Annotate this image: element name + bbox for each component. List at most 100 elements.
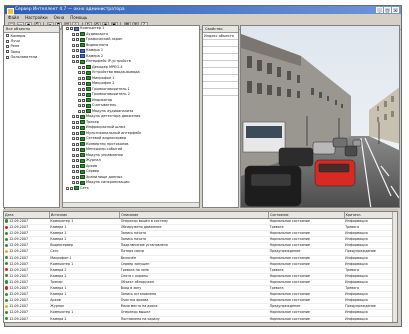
property-row[interactable] <box>203 40 238 47</box>
expand-toggle-icon[interactable]: + <box>78 87 82 91</box>
expand-toggle-icon[interactable]: + <box>78 82 82 86</box>
checkbox[interactable] <box>76 137 79 141</box>
expand-toggle-icon[interactable]: + <box>72 159 76 163</box>
property-row[interactable] <box>203 89 238 96</box>
expand-toggle-icon[interactable]: + <box>72 164 76 168</box>
expand-toggle-icon[interactable]: + <box>78 93 82 97</box>
checkbox[interactable] <box>76 148 79 152</box>
cam-icon <box>80 48 85 53</box>
expand-toggle-icon[interactable]: + <box>78 109 82 113</box>
checkbox[interactable] <box>82 76 85 80</box>
expand-toggle-icon[interactable]: + <box>72 142 76 146</box>
device-icon <box>86 109 91 114</box>
close-button[interactable]: × <box>392 7 399 13</box>
checkbox[interactable] <box>6 44 9 48</box>
expand-toggle-icon[interactable]: + <box>78 76 82 80</box>
log-date: 12.09.2007 <box>9 310 29 315</box>
minimize-button[interactable]: _ <box>376 7 383 13</box>
expand-toggle-icon[interactable]: − <box>66 186 70 190</box>
checkbox[interactable] <box>6 34 9 38</box>
log-vertical-scrollbar[interactable] <box>392 212 397 322</box>
expand-toggle-icon[interactable]: + <box>72 43 76 47</box>
street-camera-frame <box>241 26 399 207</box>
expand-toggle-icon[interactable]: + <box>72 32 76 36</box>
expand-toggle-icon[interactable]: + <box>72 131 76 135</box>
expand-toggle-icon[interactable]: + <box>72 54 76 58</box>
checkbox[interactable] <box>76 49 79 53</box>
checkbox[interactable] <box>70 27 73 31</box>
checkbox[interactable] <box>76 170 79 174</box>
expand-toggle-icon[interactable]: + <box>72 49 76 53</box>
menu-windows[interactable]: Окна <box>54 14 65 21</box>
checkbox[interactable] <box>70 186 73 190</box>
expand-toggle-icon[interactable]: + <box>72 126 76 130</box>
checkbox[interactable] <box>82 104 85 108</box>
checkbox[interactable] <box>76 43 79 47</box>
device-icon <box>80 136 85 141</box>
expand-toggle-icon[interactable]: + <box>78 65 82 69</box>
checkbox[interactable] <box>6 55 9 59</box>
checkbox[interactable] <box>76 120 79 124</box>
info-status-icon <box>5 231 9 235</box>
checkbox[interactable] <box>82 109 85 113</box>
expand-toggle-icon[interactable]: + <box>72 148 76 152</box>
event-log-panel: Дата Источник Описание Состояние Критичн… <box>3 211 398 323</box>
object-types-header: Все объекты <box>4 26 59 33</box>
info-status-icon <box>5 219 9 223</box>
menu-help[interactable]: Помощь <box>70 14 87 21</box>
expand-toggle-icon[interactable]: + <box>78 71 82 75</box>
expand-toggle-icon[interactable]: − <box>66 27 70 31</box>
checkbox[interactable] <box>82 82 85 86</box>
checkbox[interactable] <box>76 175 79 179</box>
maximize-button[interactable]: □ <box>384 7 391 13</box>
expand-toggle-icon[interactable]: + <box>72 120 76 124</box>
property-row[interactable]: Индекс объекта <box>203 33 238 40</box>
property-row[interactable] <box>203 68 238 75</box>
property-row[interactable] <box>203 61 238 68</box>
tree-node[interactable]: − Сеть <box>63 186 199 192</box>
checkbox[interactable] <box>76 54 79 58</box>
log-cell-state: Тревога <box>269 322 344 323</box>
checkbox[interactable] <box>76 164 79 168</box>
checkbox[interactable] <box>82 93 85 97</box>
property-row[interactable] <box>203 75 238 82</box>
menu-settings[interactable]: Настройки <box>25 14 48 21</box>
device-icon <box>86 81 91 86</box>
property-row[interactable] <box>203 54 238 61</box>
expand-toggle-icon[interactable]: + <box>72 175 76 179</box>
checkbox[interactable] <box>76 181 79 185</box>
property-row[interactable] <box>203 82 238 89</box>
checkbox[interactable] <box>76 38 79 42</box>
checkbox[interactable] <box>6 39 9 43</box>
checkbox[interactable] <box>76 115 79 119</box>
tree-horizontal-scrollbar[interactable] <box>63 202 199 207</box>
checkbox[interactable] <box>76 153 79 157</box>
checkbox[interactable] <box>82 71 85 75</box>
expand-toggle-icon[interactable]: + <box>72 153 76 157</box>
expand-toggle-icon[interactable]: + <box>72 170 76 174</box>
checkbox[interactable] <box>82 65 85 69</box>
checkbox[interactable] <box>82 98 85 102</box>
object-type-item[interactable]: Пользователи <box>4 55 59 60</box>
device-icon <box>80 180 85 185</box>
expand-toggle-icon[interactable]: − <box>72 60 76 64</box>
expand-toggle-icon[interactable]: + <box>72 38 76 42</box>
checkbox[interactable] <box>82 87 85 91</box>
expand-toggle-icon[interactable]: + <box>72 137 76 141</box>
expand-toggle-icon[interactable]: + <box>72 181 76 185</box>
log-row[interactable]: 12.09.2007Камера 1Обнаружено движениеТре… <box>4 322 397 323</box>
expand-toggle-icon[interactable]: + <box>78 104 82 108</box>
checkbox[interactable] <box>76 32 79 36</box>
expand-toggle-icon[interactable]: + <box>78 98 82 102</box>
checkbox[interactable] <box>76 60 79 64</box>
expand-toggle-icon[interactable]: + <box>72 115 76 119</box>
menu-file[interactable]: Файл <box>8 14 19 21</box>
checkbox[interactable] <box>76 126 79 130</box>
checkbox[interactable] <box>76 131 79 135</box>
camera-video-view[interactable] <box>240 25 400 208</box>
title-bar[interactable]: Сервер Интеллект 4.7 — окно администрато… <box>5 6 401 15</box>
checkbox[interactable] <box>76 142 79 146</box>
checkbox[interactable] <box>76 159 79 163</box>
property-row[interactable] <box>203 47 238 54</box>
checkbox[interactable] <box>6 50 9 54</box>
